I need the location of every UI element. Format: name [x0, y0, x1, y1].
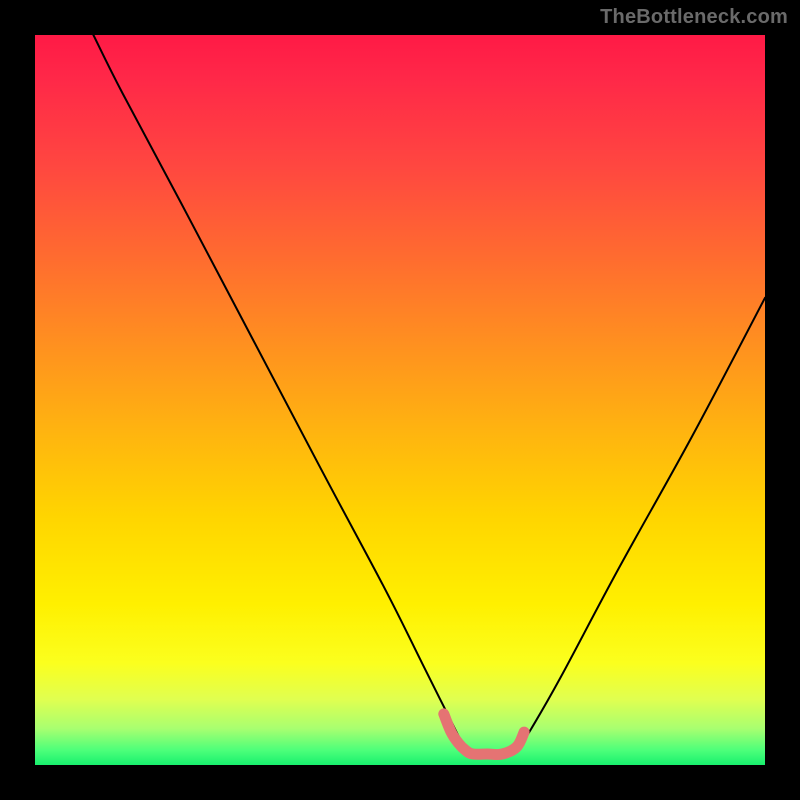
plot-area — [35, 35, 765, 765]
main-curve-path — [93, 35, 765, 754]
chart-svg — [35, 35, 765, 765]
pink-floor-path — [444, 714, 524, 755]
watermark-text: TheBottleneck.com — [600, 6, 788, 29]
chart-frame: TheBottleneck.com — [0, 0, 800, 800]
